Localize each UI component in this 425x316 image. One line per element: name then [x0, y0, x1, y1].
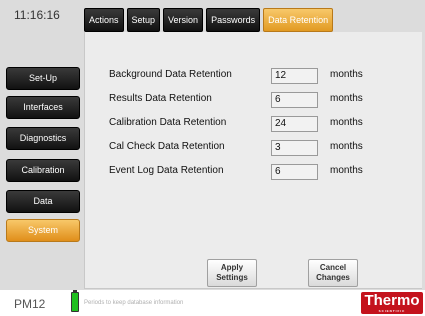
top-tab-bar: Actions Setup Version Passwords Data Ret… [84, 8, 334, 32]
thermo-logo: Thermo SCIENTIFIC [361, 292, 423, 314]
sidebar-item-data[interactable]: Data [6, 190, 80, 213]
retention-row-results: Results Data Retention 6 months [109, 92, 409, 108]
logo-subtext: SCIENTIFIC [378, 309, 406, 313]
logo-text: Thermo [364, 292, 420, 309]
cancel-changes-button[interactable]: Cancel Changes [308, 259, 358, 287]
tab-setup[interactable]: Setup [126, 8, 161, 32]
retention-row-calibration: Calibration Data Retention 24 months [109, 116, 409, 132]
unit-label: months [330, 165, 363, 176]
sidebar-item-calibration[interactable]: Calibration [6, 159, 80, 182]
model-label: PM12 [14, 297, 46, 311]
tab-actions[interactable]: Actions [84, 8, 124, 32]
battery-icon [71, 290, 79, 312]
cal-check-retention-field[interactable]: 3 [271, 140, 318, 156]
row-label: Cal Check Data Retention [109, 141, 225, 152]
results-retention-field[interactable]: 6 [271, 92, 318, 108]
sidebar-item-system[interactable]: System [6, 219, 80, 242]
status-bar: PM12 Periods to keep database informatio… [0, 290, 425, 316]
row-label: Background Data Retention [109, 69, 232, 80]
data-retention-panel: Background Data Retention 12 months Resu… [84, 32, 422, 289]
unit-label: months [330, 93, 363, 104]
status-message: Periods to keep database information [84, 300, 184, 306]
row-label: Calibration Data Retention [109, 117, 227, 128]
retention-row-cal-check: Cal Check Data Retention 3 months [109, 140, 409, 156]
sidebar-item-diagnostics[interactable]: Diagnostics [6, 127, 80, 150]
retention-row-background: Background Data Retention 12 months [109, 68, 409, 84]
event-log-retention-field[interactable]: 6 [271, 164, 318, 180]
retention-row-event-log: Event Log Data Retention 6 months [109, 164, 409, 180]
sidebar-item-set-up[interactable]: Set-Up [6, 67, 80, 90]
unit-label: months [330, 141, 363, 152]
unit-label: months [330, 69, 363, 80]
row-label: Results Data Retention [109, 93, 212, 104]
apply-settings-button[interactable]: Apply Settings [207, 259, 257, 287]
unit-label: months [330, 117, 363, 128]
row-label: Event Log Data Retention [109, 165, 224, 176]
tab-version[interactable]: Version [163, 8, 204, 32]
background-retention-field[interactable]: 12 [271, 68, 318, 84]
clock: 11:16:16 [14, 8, 60, 22]
sidebar-item-interfaces[interactable]: Interfaces [6, 96, 80, 119]
tab-passwords[interactable]: Passwords [206, 8, 261, 32]
sidebar: Set-Up Interfaces Diagnostics Calibratio… [0, 32, 84, 280]
tab-data-retention[interactable]: Data Retention [263, 8, 334, 32]
calibration-retention-field[interactable]: 24 [271, 116, 318, 132]
